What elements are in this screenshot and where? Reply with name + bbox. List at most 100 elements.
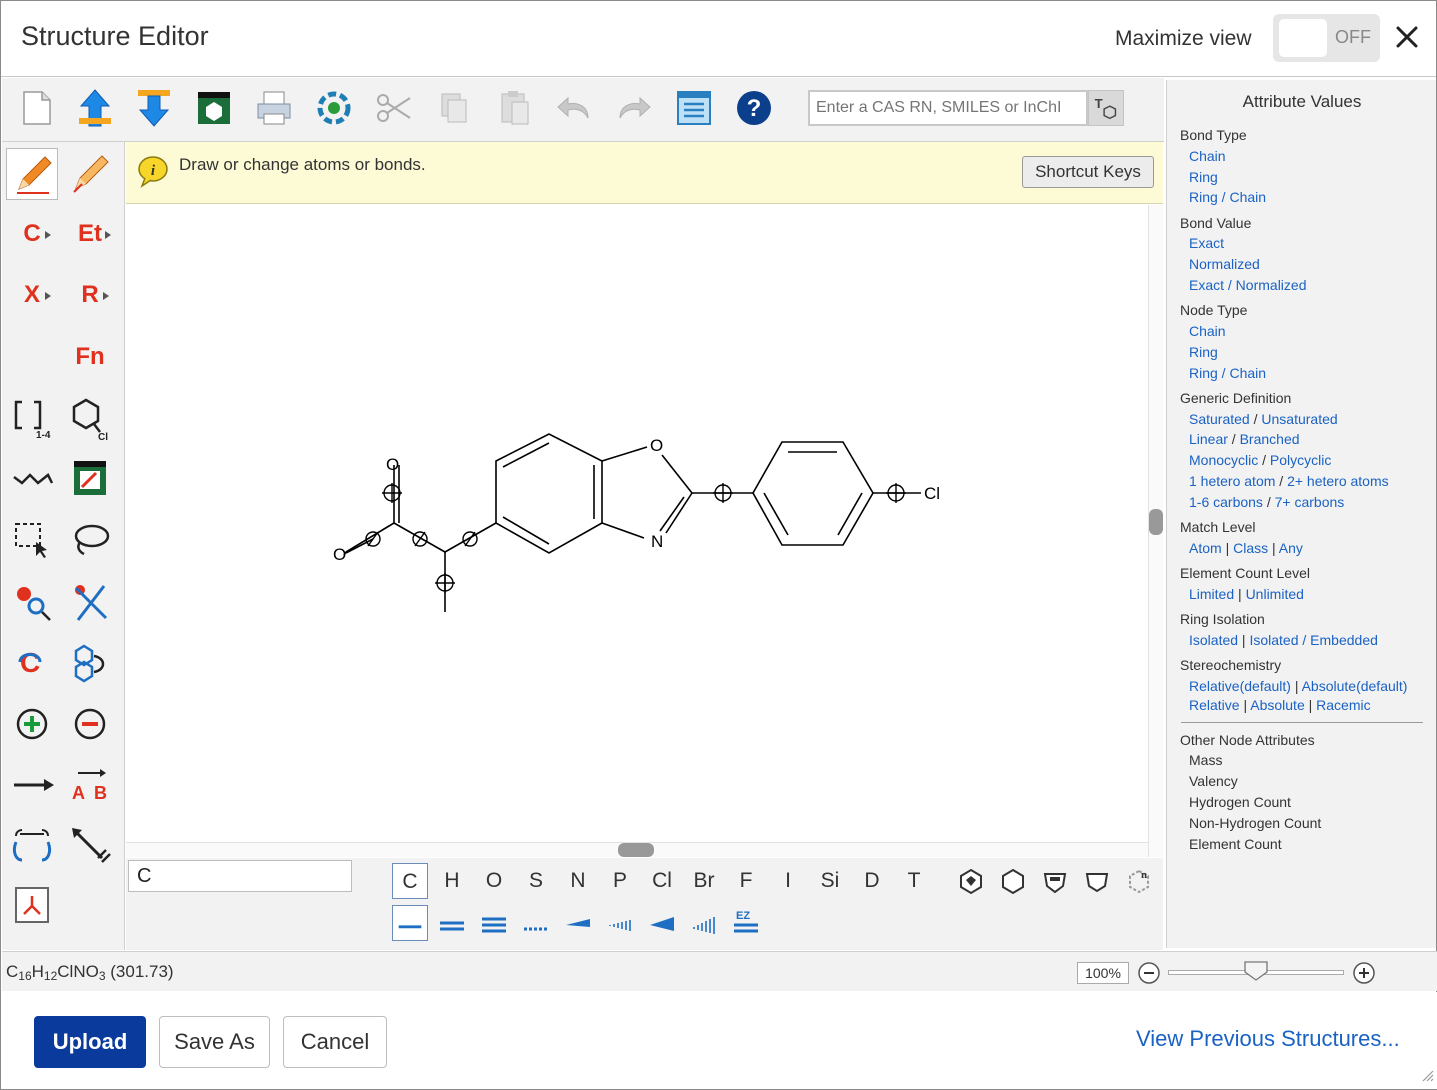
bond-value-exact-normalized-link[interactable]: Exact / Normalized	[1189, 277, 1306, 293]
element-s[interactable]: S	[518, 863, 554, 899]
relative-link[interactable]: Relative	[1189, 697, 1240, 713]
hash-up-icon[interactable]	[602, 905, 638, 941]
element-i[interactable]: I	[770, 863, 806, 899]
save-file-icon[interactable]	[134, 88, 174, 128]
isolated-link[interactable]: Isolated	[1189, 632, 1238, 648]
paste-icon[interactable]	[494, 88, 534, 128]
hash-down-icon[interactable]	[686, 905, 722, 941]
cas-smiles-input[interactable]	[808, 90, 1088, 126]
cyclopropane-template-icon[interactable]	[956, 866, 986, 896]
eraser-template-tool[interactable]	[64, 453, 116, 505]
zoom-slider-thumb[interactable]	[1243, 960, 1269, 982]
draw-bond-tool[interactable]	[6, 148, 58, 200]
ez-bond-icon[interactable]: EZ	[728, 905, 764, 941]
polycyclic-link[interactable]: Polycyclic	[1270, 452, 1331, 468]
single-bond-icon[interactable]	[392, 905, 428, 941]
structure-template-tool[interactable]	[6, 880, 58, 932]
non-hydrogen-count-item[interactable]: Non-Hydrogen Count	[1189, 815, 1321, 831]
text-to-structure-icon[interactable]: T	[1088, 90, 1124, 126]
element-d[interactable]: D	[854, 863, 890, 899]
mass-item[interactable]: Mass	[1189, 752, 1222, 768]
zoom-level-input[interactable]: 100%	[1077, 962, 1129, 984]
element-p[interactable]: P	[602, 863, 638, 899]
list-view-icon[interactable]	[674, 88, 714, 128]
element-count-item[interactable]: Element Count	[1189, 836, 1282, 852]
bond-type-ring-link[interactable]: Ring	[1189, 169, 1218, 185]
view-previous-structures-link[interactable]: View Previous Structures...	[1136, 1026, 1400, 1052]
redo-icon[interactable]	[614, 88, 654, 128]
atom-map-tool[interactable]	[6, 576, 58, 628]
undo-icon[interactable]	[554, 88, 594, 128]
hydrogen-count-item[interactable]: Hydrogen Count	[1189, 794, 1291, 810]
upload-button[interactable]: Upload	[34, 1016, 146, 1068]
copy-icon[interactable]	[434, 88, 474, 128]
element-h[interactable]: H	[434, 863, 470, 899]
branched-link[interactable]: Branched	[1240, 431, 1300, 447]
node-type-ring-link[interactable]: Ring	[1189, 344, 1218, 360]
ethyl-group-tool[interactable]: Et	[64, 208, 116, 260]
drawing-canvas[interactable]: O O O N Cl	[126, 205, 1148, 842]
negative-charge-tool[interactable]	[64, 698, 116, 750]
vertical-scrollbar[interactable]	[1148, 205, 1163, 857]
zoom-in-icon[interactable]	[1352, 961, 1376, 985]
element-cl[interactable]: Cl	[644, 863, 680, 899]
element-c[interactable]: C	[392, 863, 428, 899]
ring-flip-tool[interactable]	[64, 636, 116, 688]
bond-length-tool[interactable]	[64, 820, 116, 872]
relative-default-link[interactable]: Relative(default)	[1189, 678, 1291, 694]
triple-bond-icon[interactable]	[476, 905, 512, 941]
vertical-scroll-thumb[interactable]	[1149, 509, 1163, 535]
linear-link[interactable]: Linear	[1189, 431, 1228, 447]
bond-value-exact-link[interactable]: Exact	[1189, 235, 1224, 251]
valency-item[interactable]: Valency	[1189, 773, 1238, 789]
any-bond-icon[interactable]	[518, 905, 554, 941]
element-t[interactable]: T	[896, 863, 932, 899]
monocyclic-link[interactable]: Monocyclic	[1189, 452, 1258, 468]
one-hetero-atom-link[interactable]: 1 hetero atom	[1189, 473, 1275, 489]
match-any-link[interactable]: Any	[1279, 540, 1303, 556]
rectangle-select-tool[interactable]	[6, 514, 58, 566]
template-icon[interactable]	[194, 88, 234, 128]
lasso-select-tool[interactable]	[64, 514, 116, 566]
open-file-icon[interactable]	[75, 88, 115, 128]
one-six-carbons-link[interactable]: 1-6 carbons	[1189, 494, 1263, 510]
count-unlimited-link[interactable]: Unlimited	[1246, 586, 1304, 602]
bond-type-chain-link[interactable]: Chain	[1189, 148, 1226, 164]
cyclobutane-template-icon[interactable]	[1082, 866, 1112, 896]
n-ring-template-icon[interactable]: n	[1124, 866, 1154, 896]
reaction-role-tool[interactable]: A B	[64, 759, 116, 811]
wedge-down-icon[interactable]	[644, 905, 680, 941]
bond-cut-tool[interactable]	[64, 576, 116, 628]
save-as-button[interactable]: Save As	[159, 1016, 270, 1068]
shortcut-keys-button[interactable]: Shortcut Keys	[1022, 156, 1154, 188]
two-plus-hetero-atoms-link[interactable]: 2+ hetero atoms	[1287, 473, 1389, 489]
maximize-view-toggle[interactable]: OFF	[1273, 14, 1380, 62]
node-type-chain-link[interactable]: Chain	[1189, 323, 1226, 339]
ring-substituent-tool[interactable]: Cl	[64, 392, 116, 444]
positive-charge-tool[interactable]	[6, 698, 58, 750]
function-group-tool[interactable]: Fn	[64, 331, 116, 383]
absolute-default-link[interactable]: Absolute(default)	[1302, 678, 1408, 694]
isolated-embedded-link[interactable]: Isolated / Embedded	[1249, 632, 1377, 648]
reaction-mapping-tool[interactable]	[6, 820, 58, 872]
draw-chain-tool[interactable]	[64, 148, 116, 200]
element-o[interactable]: O	[476, 863, 512, 899]
element-n[interactable]: N	[560, 863, 596, 899]
saturated-link[interactable]: Saturated	[1189, 411, 1250, 427]
match-class-link[interactable]: Class	[1233, 540, 1268, 556]
carbon-atom-tool[interactable]: C	[6, 208, 58, 260]
cyclohexane-template-icon[interactable]	[998, 866, 1028, 896]
unsaturated-link[interactable]: Unsaturated	[1261, 411, 1337, 427]
double-bond-icon[interactable]	[434, 905, 470, 941]
reaction-arrow-tool[interactable]	[6, 759, 58, 811]
count-limited-link[interactable]: Limited	[1189, 586, 1234, 602]
atom-symbol-input[interactable]	[128, 860, 352, 892]
wedge-up-icon[interactable]	[560, 905, 596, 941]
zoom-out-icon[interactable]	[1137, 961, 1161, 985]
repeating-group-tool[interactable]: 1-4	[6, 392, 58, 444]
element-si[interactable]: Si	[812, 863, 848, 899]
element-f[interactable]: F	[728, 863, 764, 899]
racemic-link[interactable]: Racemic	[1316, 697, 1370, 713]
absolute-link[interactable]: Absolute	[1250, 697, 1304, 713]
node-type-ring-chain-link[interactable]: Ring / Chain	[1189, 365, 1266, 381]
